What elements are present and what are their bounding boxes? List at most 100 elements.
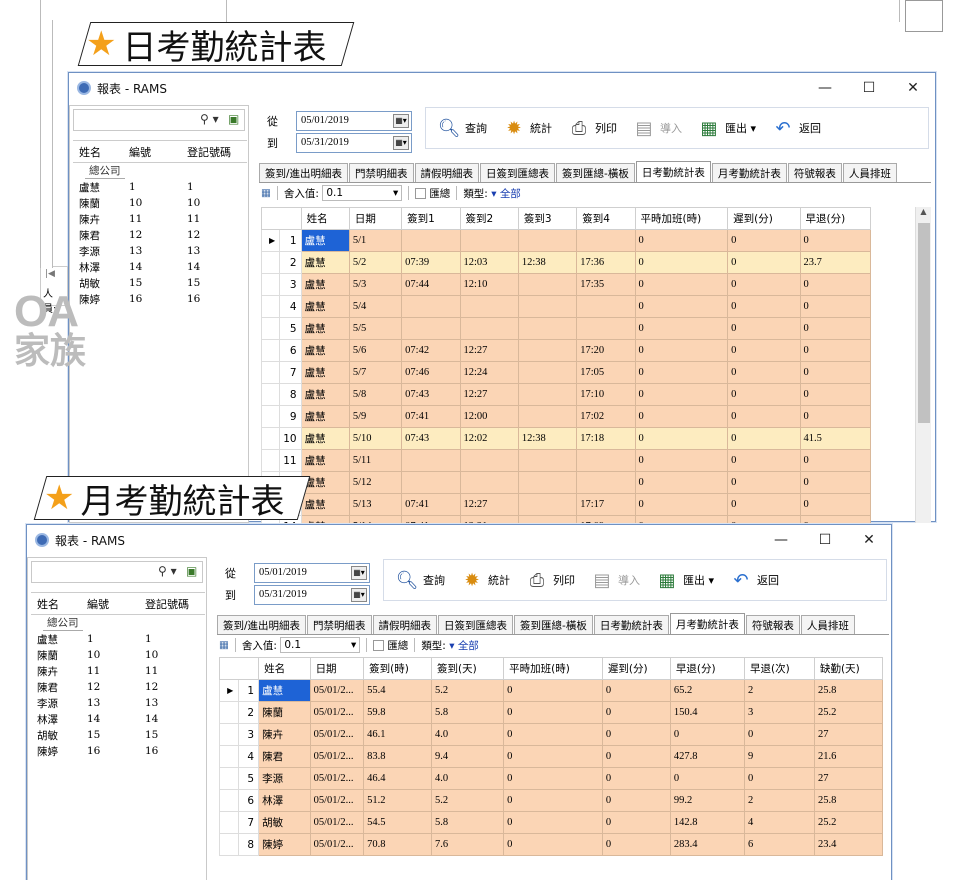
table-cell[interactable]: 0 [503,811,603,834]
column-header[interactable]: 早退(次) [743,657,815,680]
table-cell[interactable]: 12:38 [517,427,578,450]
table-cell[interactable] [517,405,578,428]
table-cell[interactable]: 陳君 [258,745,311,768]
table-cell[interactable]: 150.4 [669,701,745,724]
table-cell[interactable]: 51.2 [363,789,433,812]
table-cell[interactable]: 17:02 [576,405,636,428]
table-cell[interactable]: 4.0 [431,723,505,746]
table-cell[interactable]: 0 [727,317,801,340]
table-cell[interactable]: 0 [727,449,801,472]
table-cell[interactable]: 0 [634,405,729,428]
column-header[interactable]: 平時加班(時) [503,657,603,680]
tab-0[interactable]: 簽到/進出明細表 [217,615,307,634]
table-cell[interactable]: 陳卉 [258,723,311,746]
table-cell[interactable]: 12:10 [459,273,519,296]
table-cell[interactable]: 5.2 [431,789,505,812]
column-header[interactable]: 簽到(時) [363,657,433,680]
table-row[interactable]: 8 盧慧 5/8 07:43 12:27 17:10 0 0 0 [260,383,872,406]
table-cell[interactable]: 0 [727,295,801,318]
table-cell[interactable] [459,295,519,318]
table-cell[interactable]: 0 [601,789,671,812]
table-cell[interactable] [517,317,578,340]
table-cell[interactable]: 2 [743,789,815,812]
filter-icon[interactable]: ▣ [186,564,197,578]
employee-row[interactable]: 胡敏 15 15 [31,727,205,743]
table-cell[interactable]: 0 [634,361,729,384]
employee-row[interactable]: 盧慧 1 1 [73,179,247,195]
tab-8[interactable]: 人員排班 [800,615,855,634]
tab-4[interactable]: 簽到匯總-橫板 [514,615,593,634]
query-button[interactable]: 🔍︎ 查詢 [436,115,487,141]
scroll-thumb[interactable] [918,223,930,423]
export-button[interactable]: ▦ 匯出 ▾ [696,115,756,141]
export-button[interactable]: ▦ 匯出 ▾ [654,567,714,593]
first-page-icon[interactable]: |◀ [41,267,67,281]
table-cell[interactable]: 17:20 [576,339,636,362]
table-cell[interactable]: 0 [634,471,729,494]
table-row[interactable]: ▶ 1 盧慧 05/01/2... 55.4 5.2 0 0 65.2 2 25.8 [219,679,884,702]
table-row[interactable]: 3 盧慧 5/3 07:44 12:10 17:35 0 0 0 [260,273,872,296]
round-select[interactable]: 0.1 ▾ [280,637,361,653]
table-cell[interactable]: 17:18 [576,427,636,450]
table-cell[interactable] [576,471,636,494]
tab-5[interactable]: 日考勤統計表 [635,161,711,182]
table-cell[interactable]: 盧慧 [300,339,350,362]
column-header[interactable]: 簽到2 [459,207,519,230]
column-header[interactable]: 簽到3 [517,207,578,230]
back-button[interactable]: ↶ 返回 [728,567,779,593]
table-cell[interactable] [576,229,636,252]
table-cell[interactable]: 林澤 [258,789,311,812]
table-cell[interactable]: 83.8 [363,745,433,768]
column-header[interactable]: 姓名 [300,207,350,230]
table-cell[interactable]: 05/01/2... [309,679,365,702]
table-cell[interactable]: 5/1 [348,229,403,252]
table-cell[interactable]: 05/01/2... [309,745,365,768]
table-cell[interactable]: 盧慧 [300,273,350,296]
table-cell[interactable]: 0 [634,427,729,450]
table-cell[interactable]: 0 [601,701,671,724]
table-cell[interactable]: 17:17 [576,493,636,516]
table-cell[interactable]: 5/12 [348,471,403,494]
table-cell[interactable] [517,383,578,406]
round-select[interactable]: 0.1 ▾ [322,185,403,201]
table-cell[interactable]: 盧慧 [258,679,311,702]
tab-6[interactable]: 月考勤統計表 [711,163,787,182]
column-header[interactable]: 簽到(天) [431,657,505,680]
employee-row[interactable]: 李源 13 13 [73,243,247,259]
table-cell[interactable]: 盧慧 [300,251,350,274]
table-row[interactable]: 9 盧慧 5/9 07:41 12:00 17:02 0 0 0 [260,405,872,428]
table-cell[interactable]: 4.0 [431,767,505,790]
col-name[interactable]: 姓名 [73,144,129,160]
employee-row[interactable]: 陳蘭 10 10 [31,647,205,663]
table-row[interactable]: 7 胡敏 05/01/2... 54.5 5.8 0 0 142.8 4 25.2 [219,811,884,834]
table-cell[interactable]: 5/11 [348,449,403,472]
table-cell[interactable]: 0 [799,339,872,362]
tab-0[interactable]: 簽到/進出明細表 [259,163,349,182]
table-cell[interactable] [401,295,461,318]
table-cell[interactable] [517,295,578,318]
close-button[interactable]: ✕ [847,525,891,555]
table-cell[interactable]: 05/01/2... [309,811,365,834]
col-reg[interactable]: 登記號碼 [187,144,247,160]
table-cell[interactable]: 65.2 [669,679,745,702]
table-cell[interactable]: 2 [743,679,815,702]
table-cell[interactable] [459,449,519,472]
table-cell[interactable]: 0 [727,361,801,384]
table-cell[interactable]: 0 [503,789,603,812]
table-cell[interactable]: 5.8 [431,701,505,724]
column-header[interactable]: 簽到1 [401,207,461,230]
table-cell[interactable]: 0 [634,251,729,274]
table-cell[interactable] [517,361,578,384]
table-cell[interactable] [517,449,578,472]
table-cell[interactable]: 0 [601,723,671,746]
table-cell[interactable]: 0 [799,273,872,296]
table-cell[interactable]: 4 [743,811,815,834]
to-date-input[interactable]: 05/31/2019 ▦▾ [296,133,412,153]
table-cell[interactable]: 46.1 [363,723,433,746]
table-cell[interactable]: 0 [601,767,671,790]
table-cell[interactable]: 0 [799,383,872,406]
column-header[interactable]: 遲到(分) [727,207,801,230]
column-header[interactable]: 日期 [348,207,403,230]
table-cell[interactable] [517,471,578,494]
employee-row[interactable]: 林澤 14 14 [73,259,247,275]
